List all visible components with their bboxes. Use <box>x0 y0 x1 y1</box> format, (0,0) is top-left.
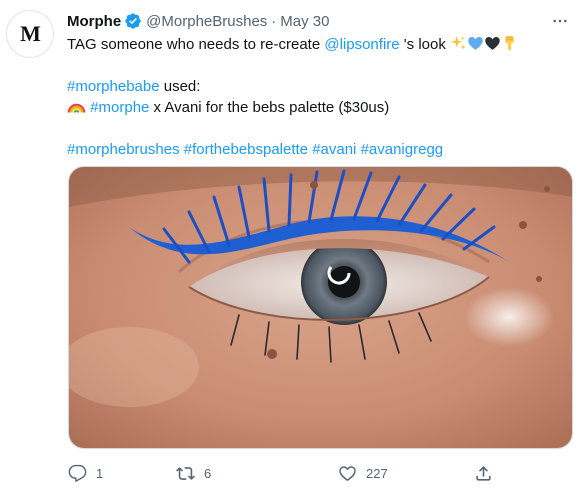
verified-badge-icon <box>124 12 142 30</box>
rainbow-emoji <box>67 98 86 121</box>
text-segment: TAG someone who needs to re-create <box>67 36 325 53</box>
tweet-actions: 1 6 227 <box>60 458 500 488</box>
text-segment: 's look <box>399 36 446 53</box>
tweet-card[interactable]: M Morphe @MorpheBrushes · May 30 TAG som… <box>0 0 581 494</box>
hashtag-link[interactable]: #morphebabe <box>67 78 160 95</box>
hashtag-link[interactable]: #forthebebspalette <box>184 141 308 158</box>
black-heart-emoji <box>484 35 501 58</box>
more-dots-icon[interactable] <box>547 8 573 34</box>
avatar[interactable]: M <box>6 10 54 58</box>
tweet-timestamp[interactable]: May 30 <box>280 13 329 30</box>
retweet-button[interactable]: 6 <box>168 458 211 488</box>
user-handle[interactable]: @MorpheBrushes <box>146 13 267 30</box>
tweet-line-3: #morphe x Avani for the bebs palette ($3… <box>67 97 572 118</box>
tweet-line-1: TAG someone who needs to re-create @lips… <box>67 34 572 55</box>
reply-button[interactable]: 1 <box>60 458 103 488</box>
like-count: 227 <box>366 465 388 481</box>
sparkles-emoji <box>450 35 467 58</box>
reply-icon <box>60 458 94 488</box>
reply-count: 1 <box>96 465 104 481</box>
eye-makeup-photo <box>69 167 572 448</box>
tweet-line-2: #morphebabe used: <box>67 76 572 97</box>
retweet-count: 6 <box>204 465 212 481</box>
blue-heart-emoji <box>467 35 484 58</box>
tweet-text: TAG someone who needs to re-create @lips… <box>67 34 572 160</box>
hashtag-link[interactable]: #morphebrushes <box>67 141 180 158</box>
hashtag-link[interactable]: #morphe <box>90 99 149 116</box>
tweet-header: Morphe @MorpheBrushes · May 30 <box>67 11 330 31</box>
tweet-line-4: #morphebrushes #forthebebspalette #avani… <box>67 139 572 160</box>
share-icon <box>466 458 500 488</box>
like-button[interactable]: 227 <box>330 458 388 488</box>
mention-link[interactable]: @lipsonfire <box>324 36 399 53</box>
tweet-photo[interactable] <box>68 166 573 449</box>
display-name[interactable]: Morphe <box>67 13 121 30</box>
retweet-icon <box>168 458 202 488</box>
text-segment: x Avani for the bebs palette ($30us) <box>149 99 390 116</box>
hashtag-link[interactable]: #avani <box>312 141 356 158</box>
share-button[interactable] <box>466 458 500 488</box>
backhand-index-pointing-down-emoji <box>501 35 518 58</box>
text-segment: used: <box>159 78 201 95</box>
hashtag-link[interactable]: #avanigregg <box>361 141 444 158</box>
separator-dot: · <box>271 12 277 30</box>
heart-icon <box>330 458 364 488</box>
